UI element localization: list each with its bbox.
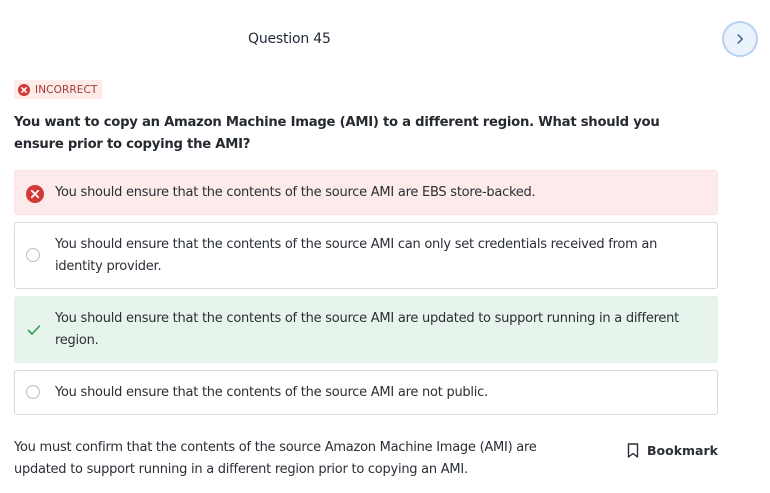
status-badge-label: INCORRECT [35, 83, 98, 96]
question-title: Question 45 [248, 31, 331, 47]
x-circle-icon [26, 185, 44, 203]
answer-option-4[interactable]: You should ensure that the contents of t… [14, 370, 718, 415]
radio-icon[interactable] [26, 385, 40, 399]
bookmark-label: Bookmark [647, 443, 718, 458]
answer-option-2[interactable]: You should ensure that the contents of t… [14, 222, 718, 289]
status-badge: INCORRECT [14, 80, 103, 99]
bookmark-button[interactable]: Bookmark [627, 443, 718, 458]
quiz-review-page: Question 45 INCORRECT You want to copy a… [0, 0, 770, 493]
answer-option-3[interactable]: You should ensure that the contents of t… [14, 296, 718, 363]
chevron-right-icon [737, 34, 743, 44]
x-circle-icon [18, 83, 30, 96]
next-question-button[interactable] [722, 21, 758, 57]
explanation-text: You must confirm that the contents of th… [14, 440, 537, 477]
answer-option-text: You should ensure that the contents of t… [55, 385, 488, 400]
answer-option-text: You should ensure that the contents of t… [55, 311, 679, 348]
bookmark-icon [627, 443, 639, 458]
answer-option-text: You should ensure that the contents of t… [55, 237, 658, 274]
check-icon [27, 324, 41, 336]
radio-icon[interactable] [26, 248, 40, 262]
question-text: You want to copy an Amazon Machine Image… [14, 115, 660, 152]
answer-option-text: You should ensure that the contents of t… [55, 185, 536, 200]
answer-option-1[interactable]: You should ensure that the contents of t… [14, 170, 718, 215]
